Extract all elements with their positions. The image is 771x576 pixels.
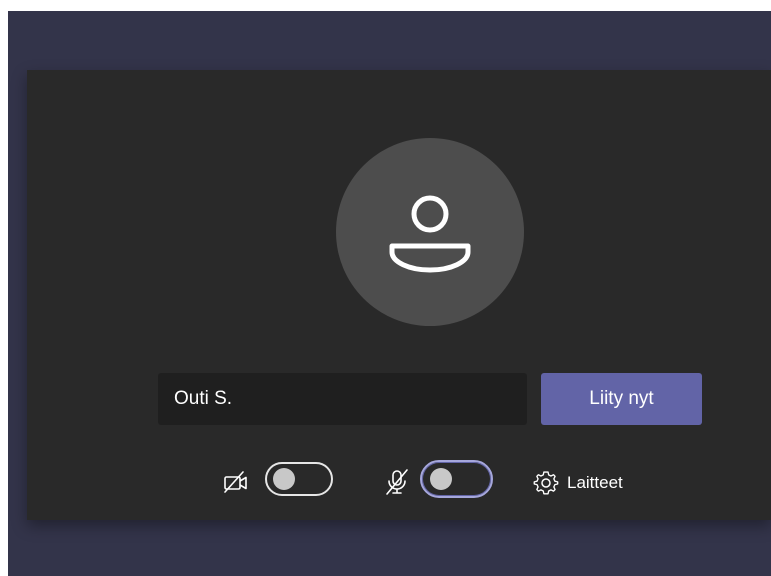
person-icon [389,195,471,273]
camera-toggle[interactable] [265,462,333,496]
name-input[interactable] [158,373,527,425]
mic-toggle-knob [430,468,452,490]
devices-label: Laitteet [567,473,623,492]
gear-icon [533,471,559,495]
avatar [336,138,524,326]
video-off-icon[interactable] [222,470,250,494]
mic-toggle[interactable] [420,460,493,498]
mic-off-icon[interactable] [383,468,411,496]
join-now-button[interactable]: Liity nyt [541,373,702,425]
camera-toggle-knob [273,468,295,490]
devices-button[interactable]: Laitteet [533,470,623,496]
